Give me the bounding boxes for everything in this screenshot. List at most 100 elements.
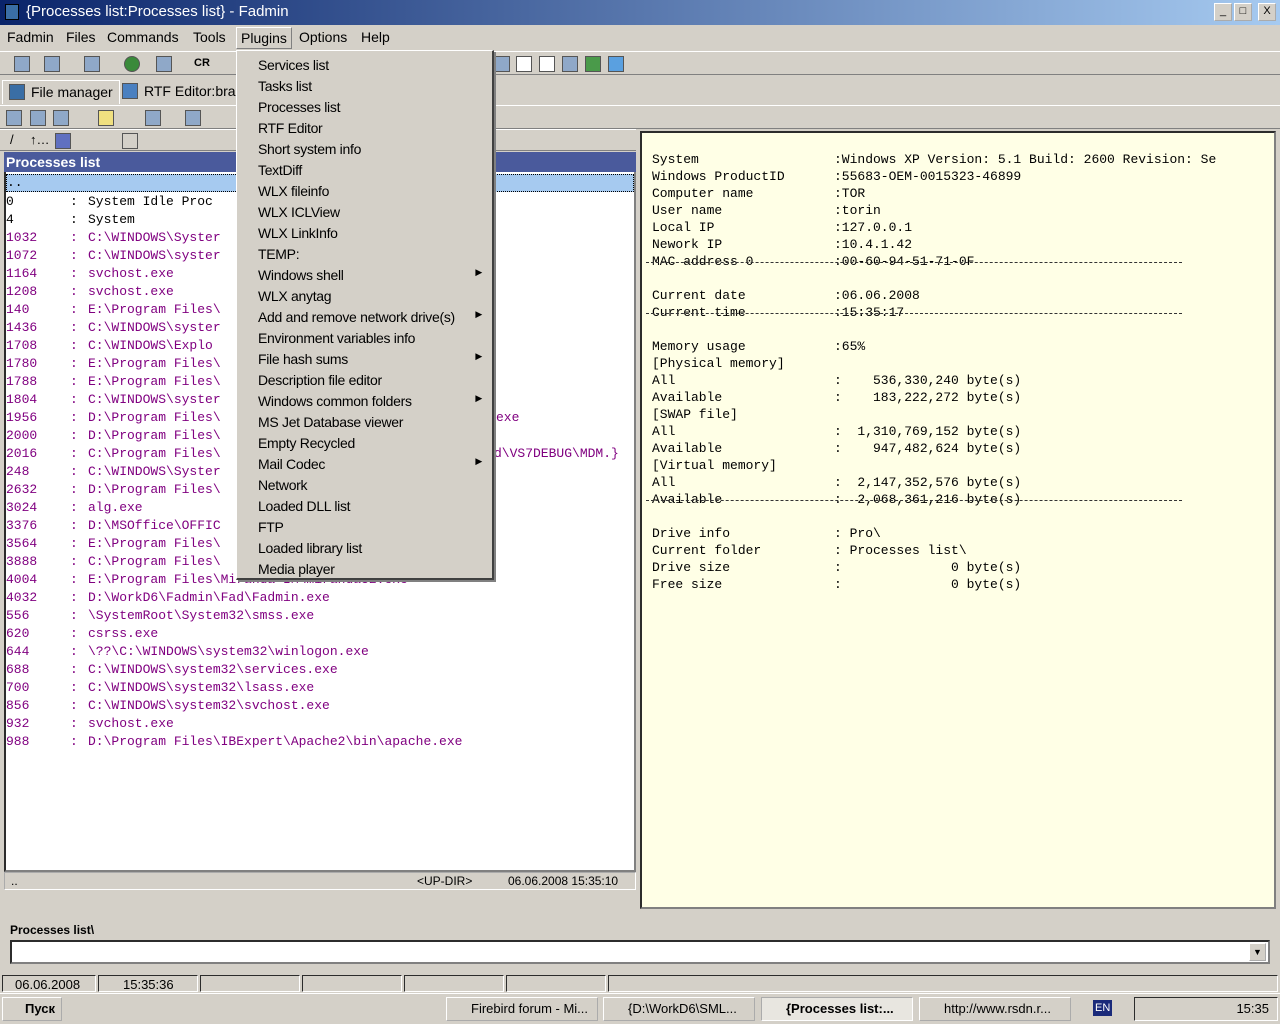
notes-icon[interactable]: [539, 56, 555, 72]
network-icon[interactable]: [585, 56, 601, 72]
info-value: : Pro\: [834, 526, 881, 541]
book-icon[interactable]: [608, 56, 624, 72]
info-key: Nework IP: [652, 237, 723, 252]
drive-icon[interactable]: [55, 133, 71, 149]
tab-label: File manager: [31, 84, 113, 100]
menu-item-mail-codec[interactable]: Mail Codec ▶: [238, 453, 492, 474]
taskbar-item-rsdn[interactable]: http://www.rsdn.r...: [919, 997, 1071, 1021]
view-icon[interactable]: [145, 110, 161, 126]
clock[interactable]: 15:35: [1236, 1001, 1269, 1016]
menu-item-empty-recycled[interactable]: Empty Recycled: [238, 432, 492, 453]
divider: [646, 262, 1182, 263]
window-icon[interactable]: [494, 56, 510, 72]
process-path: csrss.exe: [88, 626, 159, 641]
calculator-icon[interactable]: [562, 56, 578, 72]
menu-item-wlx-anytag[interactable]: WLX anytag: [238, 285, 492, 306]
status-type: <UP-DIR>: [417, 874, 473, 888]
menu-item-processes-list[interactable]: Processes list: [238, 96, 492, 117]
delete-icon[interactable]: [53, 110, 69, 126]
menu-item-wlx-iclview[interactable]: WLX ICLView: [238, 201, 492, 222]
tab-file-manager[interactable]: File manager: [2, 80, 120, 104]
edit-icon[interactable]: [84, 56, 100, 72]
language-indicator[interactable]: EN: [1093, 1000, 1113, 1016]
properties-icon[interactable]: [14, 56, 30, 72]
menu-item-ftp[interactable]: FTP: [238, 516, 492, 537]
menu-item-loaded-library-list[interactable]: Loaded library list: [238, 537, 492, 558]
copy-icon[interactable]: [6, 110, 22, 126]
menu-item-label: Loaded DLL list: [258, 498, 351, 514]
menu-item-textdiff[interactable]: TextDiff: [238, 159, 492, 180]
menu-item-media-player[interactable]: Media player: [238, 558, 492, 579]
process-id: 1072: [6, 248, 38, 263]
taskbar-item-workd6[interactable]: {D:\WorkD6\SML...: [603, 997, 755, 1021]
start-button[interactable]: Пуск: [2, 997, 62, 1021]
menu-item-tasks-list[interactable]: Tasks list: [238, 75, 492, 96]
view-icon[interactable]: [44, 56, 60, 72]
menu-item-rtf-editor[interactable]: RTF Editor: [238, 117, 492, 138]
process-path: C:\WINDOWS\system32\svchost.exe: [88, 698, 330, 713]
menu-item-temp[interactable]: TEMP:: [238, 243, 492, 264]
menu-options[interactable]: Options: [299, 29, 347, 45]
process-path: E:\Program Files\: [88, 374, 221, 389]
info-key: Available: [652, 441, 723, 456]
menu-fadmin[interactable]: Fadmin: [7, 29, 54, 45]
taskbar-item-fadmin[interactable]: {Processes list:...: [761, 997, 913, 1021]
process-id: 3024: [6, 500, 38, 515]
process-path-tail: exe: [496, 410, 520, 425]
new-folder-icon[interactable]: [98, 110, 114, 126]
process-path: System: [88, 212, 135, 227]
menu-item-add-and-remove-network-drive-s[interactable]: Add and remove network drive(s) ▶: [238, 306, 492, 327]
up-dir-icon[interactable]: ↑…: [30, 132, 50, 147]
menu-plugins[interactable]: Plugins: [236, 27, 292, 49]
globe-icon[interactable]: [124, 56, 140, 72]
info-key: Memory usage: [652, 339, 746, 354]
menu-item-environment-variables-info[interactable]: Environment variables info: [238, 327, 492, 348]
menu-item-services-list[interactable]: Services list: [238, 54, 492, 75]
plugins-menu: Services list Tasks list Processes list RTF…: [236, 50, 494, 580]
info-key: Drive info: [652, 526, 731, 541]
process-id: 3888: [6, 554, 38, 569]
document-icon[interactable]: [516, 56, 532, 72]
submenu-arrow-icon: ▶: [475, 309, 482, 319]
menu-commands[interactable]: Commands: [107, 29, 179, 45]
move-icon[interactable]: [30, 110, 46, 126]
menu-item-network[interactable]: Network: [238, 474, 492, 495]
menu-item-windows-common-folders[interactable]: Windows common folders ▶: [238, 390, 492, 411]
menu-item-loaded-dll-list[interactable]: Loaded DLL list: [238, 495, 492, 516]
process-id: 856: [6, 698, 30, 713]
process-id: 0: [6, 194, 14, 209]
list-icon[interactable]: [122, 133, 138, 149]
menu-item-ms-jet-database-viewer[interactable]: MS Jet Database viewer: [238, 411, 492, 432]
menu-item-short-system-info[interactable]: Short system info: [238, 138, 492, 159]
process-id: 644: [6, 644, 30, 659]
info-key: All: [652, 475, 676, 490]
edit-icon[interactable]: [185, 110, 201, 126]
command-input[interactable]: ▼: [10, 940, 1270, 964]
close-button[interactable]: X: [1258, 3, 1276, 21]
process-path: svchost.exe: [88, 716, 174, 731]
pencil-icon[interactable]: /: [10, 132, 14, 147]
maximize-button[interactable]: □: [1234, 3, 1252, 21]
taskbar-item-firebird[interactable]: Firebird forum - Mi...: [446, 997, 598, 1021]
divider: [646, 500, 1182, 501]
menu-help[interactable]: Help: [361, 29, 390, 45]
menu-item-file-hash-sums[interactable]: File hash sums ▶: [238, 348, 492, 369]
info-value: :10.4.1.42: [834, 237, 913, 252]
tab-rtf-editor[interactable]: RTF Editor:brau: [116, 80, 249, 104]
process-id: 1164: [6, 266, 38, 281]
menu-item-windows-shell[interactable]: Windows shell ▶: [238, 264, 492, 285]
menu-item-wlx-linkinfo[interactable]: WLX LinkInfo: [238, 222, 492, 243]
menu-item-description-file-editor[interactable]: Description file editor: [238, 369, 492, 390]
info-value: :06.06.2008: [834, 288, 920, 303]
separator: :: [70, 392, 78, 407]
menu-files[interactable]: Files: [66, 29, 96, 45]
cr-button[interactable]: CR: [194, 57, 210, 69]
dropdown-arrow-icon[interactable]: ▼: [1249, 943, 1266, 961]
menu-item-label: TEMP:: [258, 246, 300, 262]
process-id: 140: [6, 302, 30, 317]
process-id: 1208: [6, 284, 38, 299]
tool-icon[interactable]: [156, 56, 172, 72]
menu-item-wlx-fileinfo[interactable]: WLX fileinfo: [238, 180, 492, 201]
menu-tools[interactable]: Tools: [193, 29, 226, 45]
minimize-button[interactable]: _: [1214, 3, 1232, 21]
